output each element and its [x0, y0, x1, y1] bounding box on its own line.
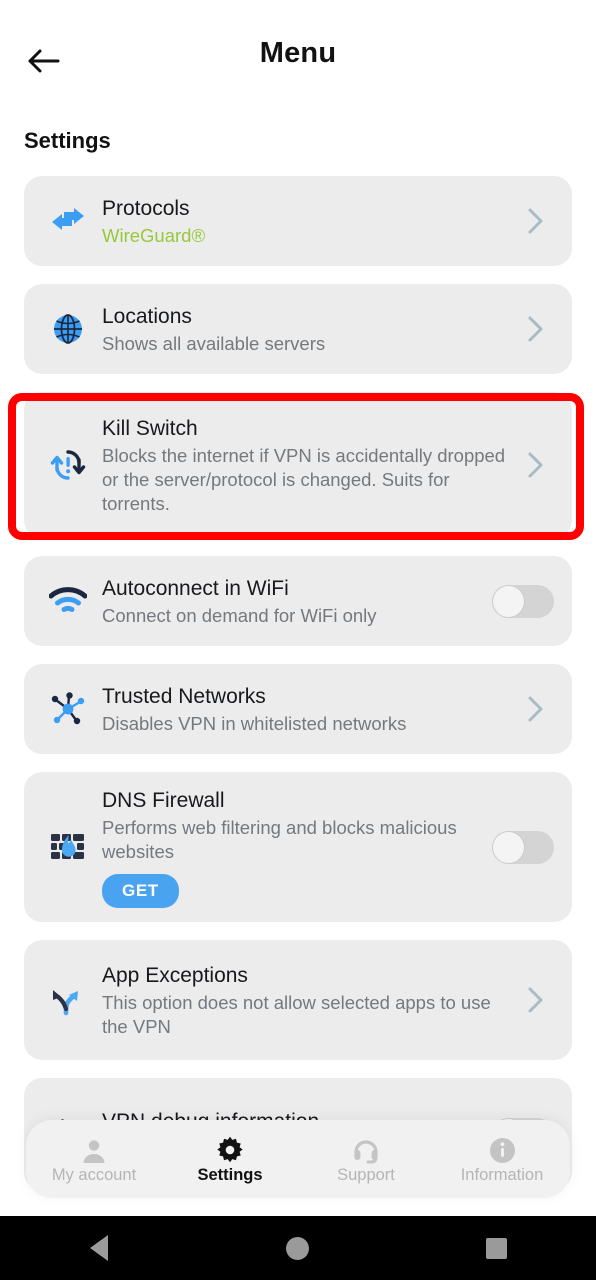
- nav-tab-information[interactable]: Information: [434, 1134, 570, 1185]
- row-subtitle: This option does not allow selected apps…: [102, 992, 491, 1037]
- system-recents-button[interactable]: [467, 1228, 527, 1268]
- nav-tab-settings[interactable]: Settings: [162, 1134, 298, 1185]
- row-title: DNS Firewall: [102, 789, 225, 812]
- settings-row-protocols[interactable]: Protocols WireGuard®: [24, 176, 572, 266]
- row-subtitle: Disables VPN in whitelisted networks: [102, 713, 407, 734]
- row-text: Locations Shows all available servers: [96, 302, 516, 356]
- row-text: App Exceptions This option does not allo…: [96, 961, 516, 1039]
- row-title: Kill Switch: [102, 417, 198, 440]
- kill-switch-refresh-alert-icon: [40, 442, 96, 488]
- settings-row-autoconnect-wifi[interactable]: Autoconnect in WiFi Connect on demand fo…: [24, 556, 572, 646]
- row-text: Autoconnect in WiFi Connect on demand fo…: [96, 574, 492, 628]
- row-text: DNS Firewall Performs web filtering and …: [96, 786, 492, 908]
- settings-row-locations[interactable]: Locations Shows all available servers: [24, 284, 572, 374]
- android-system-nav-bar: [0, 1216, 596, 1280]
- info-icon: [489, 1134, 516, 1164]
- page-title: Menu: [259, 37, 337, 69]
- wifi-icon: [40, 578, 96, 624]
- nav-tab-support[interactable]: Support: [298, 1134, 434, 1185]
- network-nodes-icon: [40, 686, 96, 732]
- row-subtitle: WireGuard®: [102, 225, 206, 246]
- row-title: Protocols: [102, 197, 190, 220]
- back-button[interactable]: [24, 44, 64, 78]
- top-app-bar: Menu: [0, 0, 596, 106]
- person-icon: [81, 1134, 107, 1164]
- settings-list: Protocols WireGuard® Locations Shows all…: [0, 176, 596, 1190]
- row-title: Autoconnect in WiFi: [102, 577, 289, 600]
- row-text: Kill Switch Blocks the internet if VPN i…: [96, 414, 516, 516]
- bottom-navigation-bar: My account Settings Support Information: [26, 1120, 570, 1198]
- settings-row-trusted-networks[interactable]: Trusted Networks Disables VPN in whiteli…: [24, 664, 572, 754]
- autoconnect-wifi-toggle[interactable]: [492, 584, 554, 618]
- arrow-left-icon: [28, 49, 60, 73]
- firewall-flame-icon: [40, 824, 96, 870]
- chevron-right-icon[interactable]: [516, 315, 556, 343]
- system-home-button[interactable]: [268, 1228, 328, 1268]
- row-text: Protocols WireGuard®: [96, 194, 516, 248]
- toggle-knob: [493, 585, 524, 617]
- protocol-arrows-icon: [40, 198, 96, 244]
- headset-icon: [352, 1134, 380, 1164]
- chevron-right-icon[interactable]: [516, 207, 556, 235]
- row-text: Trusted Networks Disables VPN in whiteli…: [96, 682, 516, 736]
- dns-firewall-toggle[interactable]: [492, 830, 554, 864]
- section-heading: Settings: [24, 128, 111, 153]
- settings-row-dns-firewall[interactable]: DNS Firewall Performs web filtering and …: [24, 772, 572, 922]
- chevron-right-icon[interactable]: [516, 695, 556, 723]
- nav-tab-label: Settings: [197, 1165, 263, 1184]
- row-subtitle: Connect on demand for WiFi only: [102, 605, 377, 626]
- nav-tab-my-account[interactable]: My account: [26, 1134, 162, 1185]
- nav-tab-label: Support: [337, 1165, 395, 1184]
- nav-tab-label: My account: [51, 1165, 137, 1184]
- settings-row-kill-switch[interactable]: Kill Switch Blocks the internet if VPN i…: [24, 392, 572, 538]
- app-screen: Menu Settings Protocols WireGuard® Locat…: [0, 0, 596, 1280]
- recents-square-icon: [486, 1237, 508, 1259]
- chevron-right-icon[interactable]: [516, 451, 556, 479]
- nav-tab-label: Information: [460, 1165, 544, 1184]
- row-subtitle: Shows all available servers: [102, 333, 326, 354]
- back-triangle-icon: [90, 1235, 109, 1261]
- globe-icon: [40, 306, 96, 352]
- row-title: App Exceptions: [102, 964, 248, 987]
- dns-firewall-get-button[interactable]: GET: [102, 874, 179, 908]
- row-title: Locations: [102, 305, 192, 328]
- chevron-right-icon[interactable]: [516, 986, 556, 1014]
- home-circle-icon: [286, 1236, 310, 1260]
- system-back-button[interactable]: [69, 1228, 129, 1268]
- row-title: Trusted Networks: [102, 685, 266, 708]
- gear-icon: [216, 1134, 244, 1164]
- row-subtitle: Performs web filtering and blocks malici…: [102, 817, 457, 862]
- split-arrow-icon: [40, 977, 96, 1023]
- settings-row-app-exceptions[interactable]: App Exceptions This option does not allo…: [24, 940, 572, 1060]
- toggle-knob: [493, 831, 524, 863]
- row-subtitle: Blocks the internet if VPN is accidental…: [102, 445, 506, 514]
